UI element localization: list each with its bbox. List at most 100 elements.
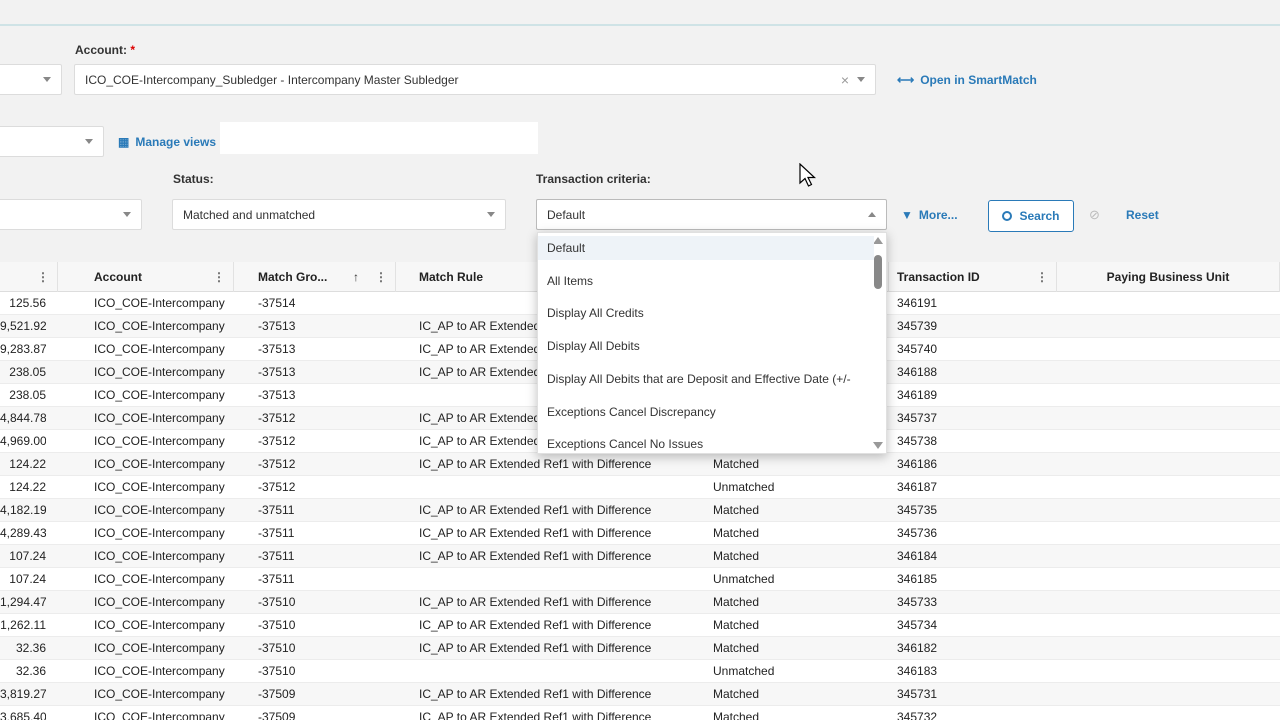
- column-header-transaction-id-label: Transaction ID: [897, 270, 980, 284]
- manage-views-label: Manage views: [135, 135, 217, 149]
- more-filters-link[interactable]: ▼ More...: [901, 208, 958, 222]
- table-row[interactable]: 4,289.43 ICO_COE-Intercompany -37511 IC_AP …: [0, 522, 1280, 545]
- column-header-account[interactable]: Account ⋮: [86, 262, 234, 292]
- cell-account: ICO_COE-Intercompany: [94, 572, 225, 586]
- reset-link[interactable]: Reset: [1126, 208, 1159, 222]
- column-header-match-group[interactable]: Match Gro... ↑ ⋮: [250, 262, 396, 292]
- manage-views-link[interactable]: ▦ Manage views: [118, 135, 216, 149]
- criteria-select[interactable]: Default: [536, 199, 887, 230]
- column-header-paying-bu[interactable]: Paying Business Unit: [1057, 262, 1280, 292]
- column-menu-icon[interactable]: ⋮: [375, 262, 387, 292]
- table-row[interactable]: 124.22 ICO_COE-Intercompany -37512 Unmatche…: [0, 476, 1280, 499]
- column-menu-icon[interactable]: ⋮: [213, 262, 225, 292]
- cell-status: Matched: [713, 595, 760, 609]
- column-header-amount[interactable]: ⋮: [0, 262, 58, 292]
- chevron-up-icon: [868, 212, 876, 217]
- cell-account: ICO_COE-Intercompany: [94, 595, 225, 609]
- account-select[interactable]: ICO_COE-Intercompany_Subledger - Interco…: [74, 64, 876, 95]
- left-select-1[interactable]: [0, 64, 62, 95]
- cell-match-rule: IC_AP to AR Extended Ref1 with Differenc…: [419, 457, 652, 471]
- cell-status: Matched: [713, 457, 760, 471]
- scroll-down-icon[interactable]: [873, 442, 883, 449]
- column-header-account-label: Account: [94, 270, 142, 284]
- cell-account: ICO_COE-Intercompany: [94, 710, 225, 720]
- link-arrows-icon: ⟷: [897, 73, 915, 87]
- status-select-value: Matched and unmatched: [183, 208, 316, 222]
- left-select-3[interactable]: [0, 199, 142, 230]
- dropdown-option[interactable]: Exceptions Cancel Discrepancy: [538, 400, 874, 424]
- table-row[interactable]: 1,262.11 ICO_COE-Intercompany -37510 IC_AP …: [0, 614, 1280, 637]
- cell-status: Matched: [713, 641, 760, 655]
- cell-match-group: -37512: [258, 457, 296, 471]
- dropdown-option[interactable]: Exceptions Cancel No Issues: [538, 432, 874, 453]
- dropdown-option[interactable]: Display All Credits: [538, 301, 874, 325]
- column-menu-icon[interactable]: ⋮: [37, 262, 49, 292]
- sort-ascending-icon[interactable]: ↑: [353, 262, 359, 292]
- cell-match-rule: IC_AP to AR Extended Ref1 with Differenc…: [419, 641, 652, 655]
- cell-amount: 3,819.27: [0, 687, 46, 701]
- blank-overlay: [220, 122, 538, 154]
- criteria-label: Transaction criteria:: [536, 172, 651, 186]
- column-header-match-group-label: Match Gro...: [258, 270, 328, 284]
- status-select[interactable]: Matched and unmatched: [172, 199, 506, 230]
- view-select[interactable]: [0, 126, 104, 157]
- dropdown-option[interactable]: All Items: [538, 269, 874, 293]
- cell-amount: 3,685.40: [0, 710, 46, 720]
- chevron-down-icon: [487, 212, 495, 217]
- cell-match-group: -37511: [258, 526, 295, 540]
- cell-match-group: -37510: [258, 664, 296, 678]
- cell-match-group: -37511: [258, 503, 295, 517]
- dropdown-option[interactable]: Display All Debits: [538, 334, 874, 358]
- cell-transaction-id: 345733: [897, 595, 938, 609]
- table-row[interactable]: 107.24 ICO_COE-Intercompany -37511 Unmatche…: [0, 568, 1280, 591]
- cell-match-group: -37513: [258, 365, 296, 379]
- table-row[interactable]: 3,685.40 ICO_COE-Intercompany -37509 IC_AP …: [0, 706, 1280, 720]
- chevron-down-icon: [43, 77, 51, 82]
- cell-status: Matched: [713, 710, 760, 720]
- cell-transaction-id: 346188: [897, 365, 938, 379]
- account-label-text: Account:: [75, 43, 127, 57]
- dropdown-option[interactable]: Display All Debits that are Deposit and …: [538, 367, 874, 391]
- table-row[interactable]: 124.22 ICO_COE-Intercompany -37512 IC_AP to…: [0, 453, 1280, 476]
- scroll-up-icon[interactable]: [873, 237, 883, 244]
- column-menu-icon[interactable]: ⋮: [1036, 262, 1048, 292]
- cell-transaction-id: 345739: [897, 319, 938, 333]
- cancel-icon[interactable]: ⊘: [1089, 207, 1100, 223]
- cell-amount: 4,969.00: [0, 434, 46, 448]
- cell-status: Matched: [713, 618, 760, 632]
- cell-match-group: -37511: [258, 572, 295, 586]
- filter-icon: ▼: [901, 208, 913, 222]
- table-row[interactable]: 107.24 ICO_COE-Intercompany -37511 IC_AP to…: [0, 545, 1280, 568]
- table-row[interactable]: 32.36 ICO_COE-Intercompany -37510 IC_AP to …: [0, 637, 1280, 660]
- cell-account: ICO_COE-Intercompany: [94, 434, 225, 448]
- clear-icon[interactable]: ×: [841, 72, 849, 88]
- cell-match-rule: IC_AP to AR Extended Ref1 with Differenc…: [419, 687, 652, 701]
- cell-transaction-id: 346186: [897, 457, 938, 471]
- search-button-label: Search: [1019, 209, 1060, 223]
- cell-match-group: -37509: [258, 710, 296, 720]
- scrollbar-thumb[interactable]: [874, 255, 882, 289]
- mouse-cursor-icon: [799, 163, 817, 187]
- chevron-down-icon: [85, 139, 93, 144]
- cell-amount: 32.36: [15, 664, 46, 678]
- table-row[interactable]: 3,819.27 ICO_COE-Intercompany -37509 IC_AP …: [0, 683, 1280, 706]
- table-row[interactable]: 1,294.47 ICO_COE-Intercompany -37510 IC_AP …: [0, 591, 1280, 614]
- table-row[interactable]: 4,182.19 ICO_COE-Intercompany -37511 IC_AP …: [0, 499, 1280, 522]
- open-smartmatch-link[interactable]: ⟷ Open in SmartMatch: [897, 73, 1037, 87]
- column-header-transaction-id[interactable]: Transaction ID ⋮: [889, 262, 1057, 292]
- cell-transaction-id: 345738: [897, 434, 938, 448]
- cell-match-rule: [419, 660, 689, 683]
- cell-status: Matched: [713, 549, 760, 563]
- cell-status: Matched: [713, 503, 760, 517]
- table-row[interactable]: 32.36 ICO_COE-Intercompany -37510 Unmatched…: [0, 660, 1280, 683]
- cell-transaction-id: 346182: [897, 641, 938, 655]
- cell-account: ICO_COE-Intercompany: [94, 480, 225, 494]
- cell-account: ICO_COE-Intercompany: [94, 664, 225, 678]
- search-button[interactable]: Search: [988, 200, 1074, 232]
- chevron-down-icon: [857, 77, 865, 82]
- cell-amount: 1,262.11: [0, 618, 46, 632]
- dropdown-option[interactable]: Default: [538, 236, 874, 260]
- cell-transaction-id: 346189: [897, 388, 938, 402]
- cell-match-group: -37512: [258, 411, 296, 425]
- search-icon: [1002, 211, 1013, 221]
